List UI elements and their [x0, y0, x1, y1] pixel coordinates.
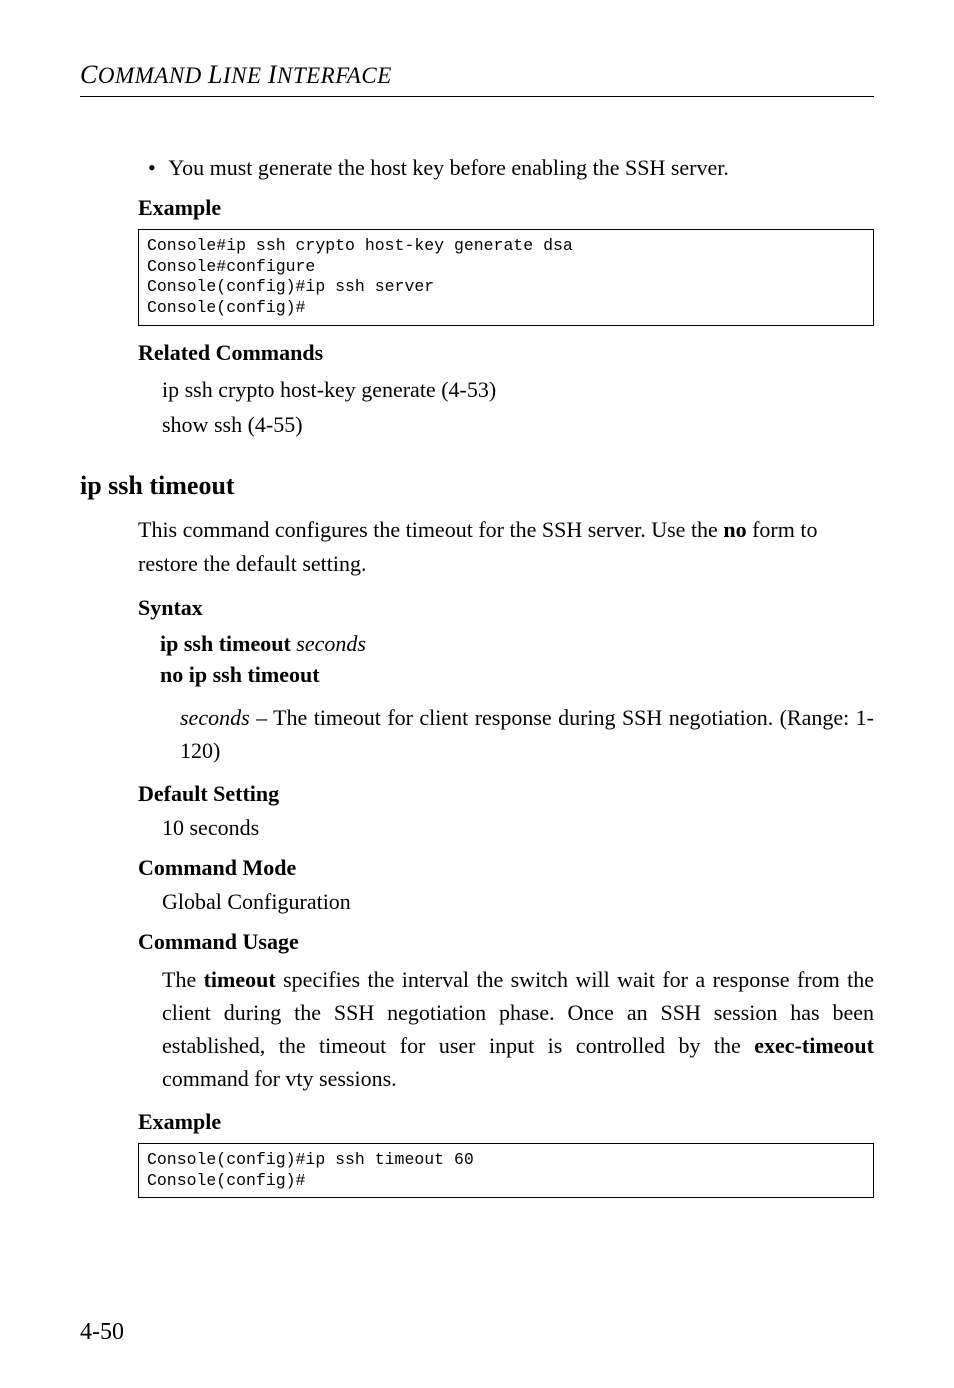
bullet-text: You must generate the host key before en…	[168, 155, 728, 180]
intro-paragraph: This command configures the timeout for …	[138, 513, 874, 581]
syntax-label: Syntax	[138, 595, 874, 621]
usage-paragraph: The timeout specifies the interval the s…	[162, 963, 874, 1095]
related-command-1: ip ssh crypto host-key generate (4-53)	[162, 374, 874, 406]
syntax-line-1: ip ssh timeout seconds	[160, 629, 874, 660]
default-setting-label: Default Setting	[138, 781, 874, 807]
default-setting-value: 10 seconds	[162, 815, 874, 841]
usage-post: command for vty sessions.	[162, 1066, 397, 1091]
example-label: Example	[138, 195, 874, 221]
intro-bold: no	[723, 517, 746, 542]
code-block-1: Console#ip ssh crypto host-key generate …	[138, 229, 874, 326]
related-command-2: show ssh (4-55)	[162, 409, 874, 441]
usage-bold2: exec-timeout	[754, 1033, 874, 1058]
command-usage-label: Command Usage	[138, 929, 874, 955]
syntax-line2-bold: no ip ssh timeout	[160, 662, 320, 687]
bullet-icon: •	[148, 155, 156, 180]
usage-pre: The	[162, 967, 204, 992]
syntax-description: seconds – The timeout for client respons…	[180, 701, 874, 767]
command-mode-value: Global Configuration	[162, 889, 874, 915]
syntax-desc-italic: seconds	[180, 705, 250, 730]
bullet-item: • You must generate the host key before …	[148, 155, 874, 181]
intro-pre: This command configures the timeout for …	[138, 517, 723, 542]
syntax-line-2: no ip ssh timeout	[160, 660, 874, 691]
syntax-line1-bold: ip ssh timeout	[160, 631, 291, 656]
command-heading: ip ssh timeout	[80, 471, 874, 501]
running-header: COMMAND LINE INTERFACE	[80, 60, 874, 97]
command-mode-label: Command Mode	[138, 855, 874, 881]
example2-label: Example	[138, 1109, 874, 1135]
syntax-line1-italic: seconds	[291, 631, 366, 656]
related-commands-label: Related Commands	[138, 340, 874, 366]
usage-bold1: timeout	[204, 967, 276, 992]
page-number: 4-50	[80, 1319, 124, 1346]
code-block-2: Console(config)#ip ssh timeout 60 Consol…	[138, 1143, 874, 1198]
syntax-desc-rest: – The timeout for client response during…	[180, 705, 874, 763]
